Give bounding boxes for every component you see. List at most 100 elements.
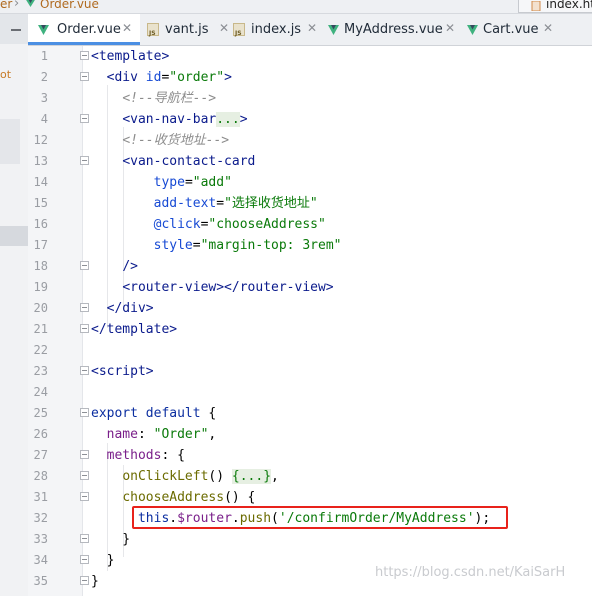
code-line[interactable]: 17 style="margin-top: 3rem" — [28, 235, 592, 256]
code-line[interactable]: 12 <!--收货地址--> — [28, 130, 592, 151]
line-number: 22 — [33, 343, 48, 357]
js-file-icon: JS — [233, 23, 245, 37]
code-token: "order" — [169, 70, 225, 85]
code-line[interactable]: 21 </template> — [28, 319, 592, 340]
code-token[interactable]: {...} — [231, 469, 272, 484]
code-line[interactable]: 1 <template> — [28, 46, 592, 67]
code-token: <van-nav-bar — [122, 112, 217, 127]
code-text: <van-nav-bar...> — [91, 109, 248, 130]
code-token: style — [153, 238, 193, 253]
tab-cart-vue[interactable]: Cart.vue ✕ — [462, 14, 570, 45]
vue-file-icon — [328, 25, 339, 35]
code-token: <router-view></router-view> — [122, 280, 334, 295]
project-panel-strip: ot — [0, 14, 29, 596]
tab-index-js[interactable]: JS index.js ✕ — [228, 14, 322, 45]
fold-marker-icon[interactable] — [80, 450, 89, 459]
code-line[interactable]: 20 </div> — [28, 298, 592, 319]
tab-label: Cart.vue — [483, 22, 539, 37]
code-line[interactable]: 19 <router-view></router-view> — [28, 277, 592, 298]
fold-marker-icon[interactable] — [80, 303, 89, 312]
code-token: id — [145, 70, 162, 85]
tab-index-html[interactable]: index.ht — [518, 0, 592, 13]
fold-marker-icon[interactable] — [80, 324, 89, 333]
project-tree-selected-row[interactable] — [0, 226, 28, 246]
fold-marker-icon[interactable] — [80, 261, 89, 270]
code-line[interactable]: 33 } — [28, 529, 592, 550]
fold-marker-icon[interactable] — [80, 72, 89, 81]
line-number: 13 — [33, 154, 48, 168]
code-text: chooseAddress() { — [91, 487, 255, 508]
project-tree-text[interactable]: ot — [0, 68, 11, 81]
code-line[interactable]: 15 add-text="选择收货地址" — [28, 193, 592, 214]
line-number: 34 — [33, 553, 48, 567]
code-line[interactable]: 13 <van-contact-card — [28, 151, 592, 172]
tab-order-vue[interactable]: Order.vue ✕ — [28, 14, 140, 45]
fold-marker-icon[interactable] — [80, 492, 89, 501]
fold-marker-icon[interactable] — [80, 366, 89, 375]
line-number: 21 — [33, 322, 48, 336]
code-editor[interactable]: 1 <template> 2 <div id="order"> 3 <!--导航栏--… — [28, 46, 592, 596]
code-line[interactable]: 23 <script> — [28, 361, 592, 382]
code-token: @click — [153, 217, 201, 232]
line-number: 23 — [33, 364, 48, 378]
line-number: 31 — [33, 490, 48, 504]
code-line[interactable]: 25 export default { — [28, 403, 592, 424]
close-icon[interactable]: ✕ — [307, 21, 317, 35]
line-number: 26 — [33, 427, 48, 441]
code-line[interactable]: 14 type="add" — [28, 172, 592, 193]
tab-myaddress-vue[interactable]: MyAddress.vue ✕ — [322, 14, 462, 45]
close-icon[interactable]: ✕ — [445, 21, 455, 35]
project-tree-row[interactable] — [0, 119, 20, 164]
fold-marker-icon[interactable] — [80, 408, 89, 417]
code-line[interactable]: 22 — [28, 340, 592, 361]
code-line[interactable]: 31 chooseAddress() { — [28, 487, 592, 508]
code-line[interactable]: 26 name: "Order", — [28, 424, 592, 445]
code-text: @click="chooseAddress" — [91, 214, 326, 235]
fold-marker-icon[interactable] — [80, 534, 89, 543]
code-token: { — [208, 406, 217, 421]
code-token: "选择收货地址" — [224, 196, 318, 211]
code-text: onClickLeft() {...}, — [91, 466, 279, 487]
code-text: } — [91, 529, 130, 550]
breadcrumb: er › Order.vue index.ht — [0, 0, 592, 14]
code-text: <div id="order"> — [91, 67, 232, 88]
close-icon[interactable]: ✕ — [122, 21, 132, 35]
fold-marker-icon[interactable] — [80, 114, 89, 123]
fold-marker-icon[interactable] — [80, 156, 89, 165]
fold-marker-icon[interactable] — [80, 51, 89, 60]
code-token: add-text — [153, 196, 217, 211]
fold-marker-icon[interactable] — [80, 471, 89, 480]
code-token: = — [192, 238, 201, 253]
code-token[interactable]: ... — [216, 112, 240, 127]
fold-marker-icon[interactable] — [80, 576, 89, 585]
code-text: name: "Order", — [91, 424, 217, 445]
code-line[interactable]: 27 methods: { — [28, 445, 592, 466]
tab-vant-js[interactable]: JS vant.js ✕ — [140, 14, 229, 45]
fold-marker-icon[interactable] — [80, 555, 89, 564]
close-icon[interactable]: ✕ — [543, 21, 553, 35]
code-line[interactable]: 24 — [28, 382, 592, 403]
code-line[interactable]: 16 @click="chooseAddress" — [28, 214, 592, 235]
code-line[interactable]: 3 <!--导航栏--> — [28, 88, 592, 109]
collapse-icon[interactable] — [11, 29, 21, 31]
code-text: </template> — [91, 319, 177, 340]
breadcrumb-item-parent[interactable]: er — [0, 0, 12, 11]
code-line[interactable]: 4 <van-nav-bar...> — [28, 109, 592, 130]
line-number: 12 — [33, 133, 48, 147]
code-text: } — [91, 571, 99, 592]
code-text: </div> — [91, 298, 154, 319]
code-token: "add" — [192, 175, 232, 190]
code-line[interactable]: 28 onClickLeft() {...}, — [28, 466, 592, 487]
code-line[interactable]: 2 <div id="order"> — [28, 67, 592, 88]
line-number: 35 — [33, 574, 48, 588]
code-line[interactable]: 18 /> — [28, 256, 592, 277]
code-text: type="add" — [91, 172, 232, 193]
code-text: add-text="选择收货地址" — [91, 193, 318, 214]
code-token: name — [106, 427, 138, 442]
editor-tab-bar: Order.vue ✕ JS vant.js ✕ JS index.js ✕ M… — [28, 14, 592, 46]
breadcrumb-item-file[interactable]: Order.vue — [40, 0, 99, 11]
